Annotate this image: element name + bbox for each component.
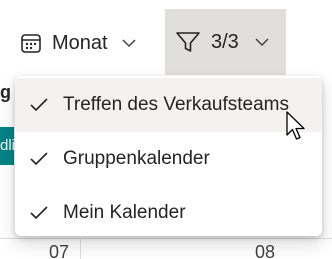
checkmark-icon (30, 206, 48, 220)
view-switcher-label: Monat (52, 31, 108, 54)
checkmark-icon (30, 152, 48, 166)
calendar-toolbar: Monat 3/3 (0, 0, 332, 78)
checkmark-icon (30, 98, 48, 112)
calendar-filter-menu: Treffen des Verkaufsteams Gruppenkalende… (15, 76, 322, 236)
outlook-calendar-view: Monat 3/3 g dli 07 08 Treffen des Verkau… (0, 0, 332, 259)
chevron-down-icon (122, 39, 136, 48)
menu-item-group-calendar[interactable]: Gruppenkalender (15, 132, 322, 186)
view-switcher-button[interactable]: Monat (20, 24, 136, 62)
day-number[interactable]: 08 (255, 242, 275, 259)
calendar-event-text: dli (0, 137, 14, 154)
menu-item-label: Mein Kalender (63, 202, 186, 223)
menu-item-sales-team-meeting[interactable]: Treffen des Verkaufsteams (15, 78, 322, 132)
calendar-partial-heading: g (0, 82, 11, 102)
calendar-month-icon (21, 34, 41, 53)
menu-item-label: Gruppenkalender (63, 148, 210, 169)
menu-item-my-calendar[interactable]: Mein Kalender (15, 186, 322, 240)
calendar-filter-button[interactable]: 3/3 (165, 9, 286, 75)
mouse-pointer-icon (286, 111, 305, 140)
menu-item-label: Treffen des Verkaufsteams (63, 94, 290, 115)
chevron-down-icon (255, 38, 269, 47)
filter-icon (176, 32, 200, 52)
grid-divider (80, 238, 81, 259)
calendar-event[interactable]: dli (0, 127, 14, 165)
filter-count-label: 3/3 (211, 30, 239, 53)
day-number[interactable]: 07 (49, 242, 69, 259)
